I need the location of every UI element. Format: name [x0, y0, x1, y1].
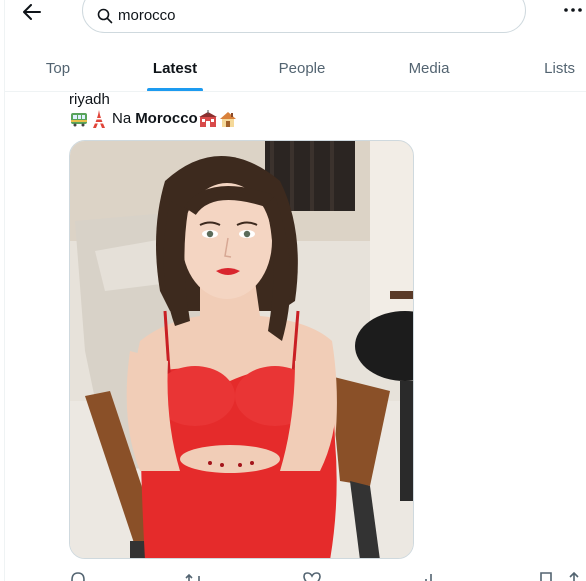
tab-latest[interactable]: Latest	[111, 44, 239, 92]
tweet-text-prefix: Na	[112, 110, 132, 127]
photo-image	[70, 141, 413, 558]
heart-icon	[303, 572, 321, 581]
tab-lists[interactable]: Lists	[493, 44, 586, 92]
tab-label: Lists	[544, 59, 575, 77]
arrow-left-icon	[23, 4, 41, 20]
tweet-text-line-2: Na Morocco	[69, 109, 238, 129]
search-tabs: Top Latest People Media Lists	[5, 44, 586, 92]
bookmark-button[interactable]	[536, 571, 556, 581]
views-icon	[425, 574, 437, 581]
retweet-icon	[185, 573, 200, 581]
tab-media[interactable]: Media	[365, 44, 493, 92]
share-icon	[569, 571, 579, 581]
like-button[interactable]	[302, 571, 322, 581]
tweet-highlight-term: Morocco	[135, 110, 198, 127]
more-button[interactable]	[562, 2, 584, 18]
tab-people[interactable]: People	[239, 44, 365, 92]
more-horizontal-icon	[564, 8, 582, 12]
tab-label: Top	[45, 59, 71, 77]
tab-label: Media	[408, 59, 450, 77]
search-box[interactable]	[82, 0, 526, 33]
tokyo-tower-emoji	[89, 109, 109, 129]
tweet-text-line-1: riyadh	[69, 91, 110, 108]
share-button[interactable]	[564, 571, 584, 581]
bookmark-icon	[540, 572, 552, 581]
tab-label: Latest	[152, 59, 198, 77]
tweet-media-photo[interactable]	[69, 140, 414, 559]
tab-label: People	[278, 59, 326, 77]
retweet-button[interactable]	[184, 571, 204, 581]
tab-top[interactable]: Top	[5, 44, 111, 92]
reply-icon	[71, 572, 85, 581]
views-button[interactable]	[422, 571, 442, 581]
tweet-actions	[60, 571, 586, 581]
search-icon	[97, 8, 113, 24]
train-emoji	[69, 109, 89, 129]
back-button[interactable]	[16, 0, 48, 24]
reply-button[interactable]	[68, 571, 88, 581]
house-emoji	[218, 109, 238, 129]
school-emoji	[198, 109, 218, 129]
search-input[interactable]	[118, 5, 498, 26]
